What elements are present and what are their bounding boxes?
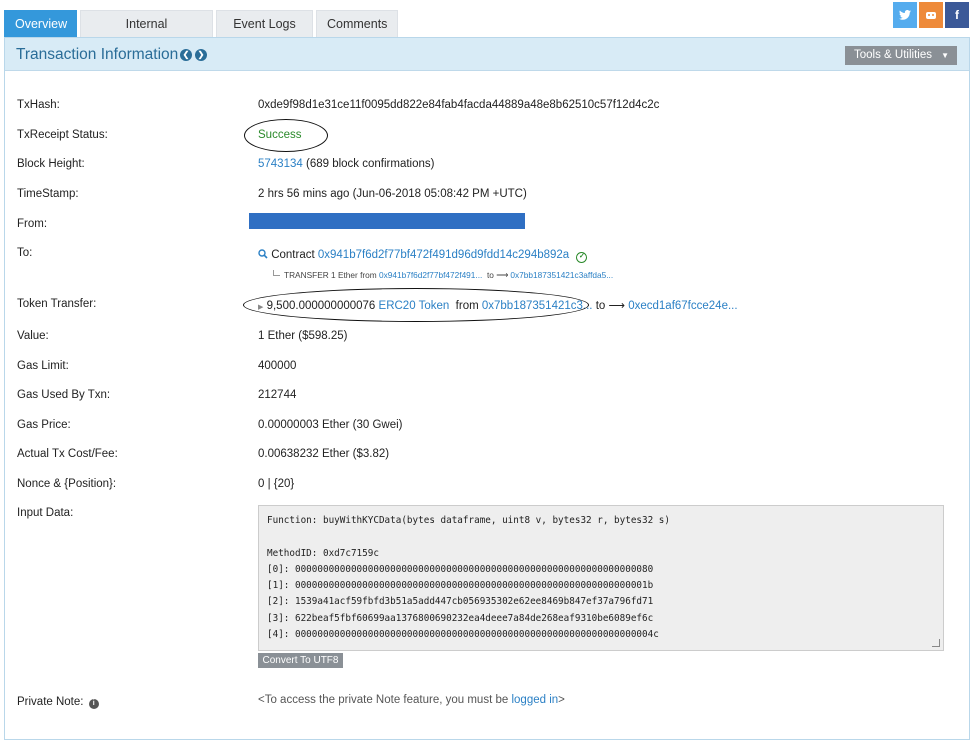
verified-check-icon: ✓ [576,252,588,263]
tx-cost-value: 0.00638232 Ether ($3.82) [258,448,390,460]
value-label: Value: [17,330,49,342]
input-line: [3]: 622beaf5fbf60699aa1376800690232ea4d… [267,612,654,624]
private-note-text-end: > [558,694,565,706]
block-confirmations: (689 block confirmations) [305,158,435,170]
tx-nav: ❮ ❯ [180,49,210,61]
gas-limit-value: 400000 [258,360,297,372]
gas-limit-label: Gas Limit: [17,360,69,372]
next-tx-icon[interactable]: ❯ [195,49,207,61]
input-data-label: Input Data: [17,507,74,519]
input-line: [4]: 00000000000000000000000000000000000… [267,629,659,641]
status-label: TxReceipt Status: [17,129,108,141]
gas-price-value: 0.00000003 Ether (30 Gwei) [258,419,403,431]
tree-corner-icon [273,270,280,276]
input-data-textarea[interactable]: Function: buyWithKYCData(bytes dataframe… [258,505,944,651]
tab-bar: Overview Internal Transactions Event Log… [4,10,401,58]
convert-utf8-button[interactable]: Convert To UTF8 [258,653,343,668]
block-link[interactable]: 5743134 [258,158,303,170]
tools-label: Tools & Utilities [854,49,932,61]
gas-used-label: Gas Used By Txn: [17,389,111,401]
token-transfer-label: Token Transfer: [17,298,97,310]
tab-internal-transactions[interactable]: Internal Transactions [80,10,213,58]
input-line: [2]: 1539a41acf59fbfd3b51a5add447cb05693… [267,596,654,608]
login-link[interactable]: logged in [511,694,558,706]
timestamp-value: 2 hrs 56 mins ago (Jun-06-2018 05:08:42 … [258,188,527,200]
input-line: MethodID: 0xd7c7159c [267,547,379,559]
internal-transfer-line: TRANSFER 1 Ether from 0x941b7f6d2f77bf47… [273,270,613,280]
private-note-label-text: Private Note: [17,696,84,708]
tx-cost-label: Actual Tx Cost/Fee: [17,448,118,460]
gas-used-value: 212744 [258,389,297,401]
info-icon[interactable]: i [88,699,99,709]
private-note-label: Private Note: i [17,696,99,709]
timestamp-label: TimeStamp: [17,188,79,200]
input-line [267,531,935,547]
input-line: [1]: 00000000000000000000000000000000000… [267,580,654,592]
facebook-icon[interactable]: f [945,2,969,28]
contract-prefix: Contract [271,249,315,261]
tools-utilities-dropdown[interactable]: Tools & Utilities ▼ [845,46,957,65]
token-to-link[interactable]: 0xecd1af67fcce24e... [628,300,737,312]
panel-header: Transaction Information ❮ ❯ Tools & Util… [5,38,969,71]
status-highlight-ellipse [244,119,328,152]
from-label: From: [17,218,48,230]
input-line: [0]: 00000000000000000000000000000000000… [267,563,654,575]
social-share-bar: f [891,2,969,28]
tab-overview[interactable]: Overview [4,10,77,37]
from-address-redacted [249,213,525,229]
nonce-label: Nonce & {Position}: [17,478,117,490]
transaction-panel: Transaction Information ❮ ❯ Tools & Util… [4,37,970,740]
block-height-label: Block Height: [17,158,85,170]
txhash-label: TxHash: [17,99,60,111]
resize-handle-icon[interactable] [932,639,940,647]
transfer-text: TRANSFER 1 Ether from [284,270,377,280]
page-title: Transaction Information [16,46,179,63]
to-contract: Contract 0x941b7f6d2f77bf472f491d96d9fdd… [258,249,588,263]
block-height-value: 5743134 (689 block confirmations) [258,158,434,170]
private-note-message: <To access the private Note feature, you… [258,694,565,706]
transfer-from-link[interactable]: 0x941b7f6d2f77bf472f491... [379,270,482,280]
chevron-down-icon: ▼ [941,51,949,60]
token-to-label: to [595,300,606,312]
input-line: Function: buyWithKYCData(bytes dataframe… [267,515,670,526]
arrow-right-icon: ⟶ [496,270,509,280]
search-icon[interactable] [258,249,268,259]
transfer-to-link[interactable]: 0x7bb187351421c3affda5... [510,270,613,280]
gas-price-label: Gas Price: [17,419,71,431]
tab-comments[interactable]: Comments [316,10,398,37]
to-label: To: [17,247,33,259]
tab-event-logs[interactable]: Event Logs (3) [216,10,313,58]
txhash-value: 0xde9f98d1e31ce11f0095dd822e84fab4facda4… [258,99,660,111]
nonce-value: 0 | {20} [258,478,295,490]
twitter-icon[interactable] [893,2,917,28]
value-value: 1 Ether ($598.25) [258,330,348,342]
contract-address-link[interactable]: 0x941b7f6d2f77bf472f491d96d9fdd14c294b89… [318,249,569,261]
reddit-icon[interactable] [919,2,943,28]
transfer-to-label: to [486,270,494,280]
prev-tx-icon[interactable]: ❮ [180,49,192,61]
arrow-right-icon: ⟶ [608,300,626,312]
private-note-text: <To access the private Note feature, you… [258,694,509,706]
token-highlight-ellipse [243,288,589,322]
